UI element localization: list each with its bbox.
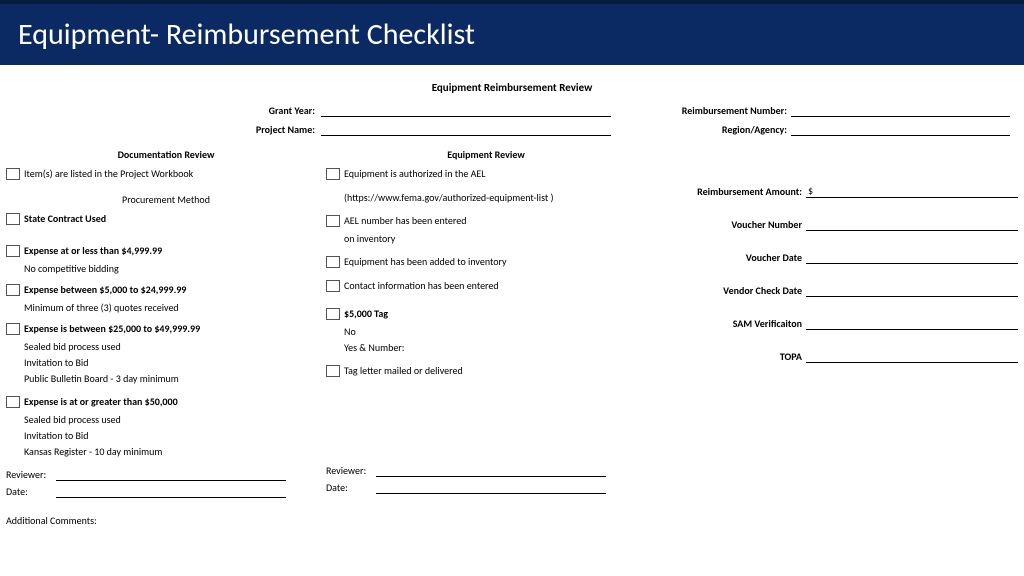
procurement-method-heading: Procurement Method [6,193,326,206]
tier2-sub: Minimum of three (3) quotes received [24,301,326,314]
label-tier4: Expense is at or greater than $50,000 [24,395,326,408]
label-tier2: Expense between $5,000 to $24,999.99 [24,283,326,296]
equipment-review-column: Equipment Review Equipment is authorized… [326,148,646,527]
checkbox-ael-auth[interactable] [326,168,340,180]
label-tier1: Expense at or less than $4,999.99 [24,244,326,257]
label-ael-auth: Equipment is authorized in the AEL [344,167,646,180]
voucher-number-label: Voucher Number [666,218,806,231]
reimb-number-input[interactable] [791,104,1010,117]
checkbox-tier2[interactable] [6,284,20,296]
voucher-number-input[interactable] [806,219,1018,231]
label-added-inventory: Equipment has been added to inventory [344,255,646,268]
page-title: Equipment- Reimbursement Checklist [18,16,1006,53]
tag-no: No [344,325,646,338]
voucher-date-input[interactable] [806,252,1018,264]
tier3-sub2: Invitation to Bid [24,356,326,369]
doc-review-heading: Documentation Review [6,148,326,161]
top-row-1: Grant Year: Reimbursement Number: [6,104,1018,117]
checkbox-tier1[interactable] [6,245,20,257]
mid-reviewer-input[interactable] [376,465,606,477]
document-body: Equipment Reimbursement Review Grant Yea… [0,65,1024,547]
reimb-number-label: Reimbursement Number: [651,104,791,117]
checkbox-tier4[interactable] [6,396,20,408]
ael-url: (https://www.fema.gov/authorized-equipme… [344,191,646,204]
label-contact-info: Contact information has been entered [344,279,646,292]
label-state-contract: State Contract Used [24,212,326,225]
left-reviewer-label: Reviewer: [6,468,56,481]
tier4-sub2: Invitation to Bid [24,429,326,442]
additional-comments-label: Additional Comments: [6,514,326,527]
mid-reviewer-row: Reviewer: [326,464,646,477]
left-date-label: Date: [6,485,56,498]
label-tag-letter: Tag letter mailed or delivered [344,364,646,377]
sam-verification-label: SAM Verificaiton [666,317,806,330]
vendor-check-date-label: Vendor Check Date [666,284,806,297]
label-ael-entered: AEL number has been entered [344,214,646,227]
left-date-row: Date: [6,485,326,498]
mid-date-input[interactable] [376,482,606,494]
tier4-sub1: Sealed bid process used [24,413,326,426]
equip-review-heading: Equipment Review [326,148,646,161]
reimb-amount-input[interactable]: $ [806,184,1018,198]
left-reviewer-row: Reviewer: [6,468,326,481]
tier3-sub1: Sealed bid process used [24,340,326,353]
left-date-input[interactable] [56,486,286,498]
grant-year-label: Grant Year: [6,104,321,117]
columns: Documentation Review Item(s) are listed … [6,148,1018,527]
checkbox-5000-tag[interactable] [326,308,340,320]
on-inventory: on inventory [344,232,646,245]
checkbox-tier3[interactable] [6,323,20,335]
topa-input[interactable] [806,351,1018,363]
checkbox-item-listed[interactable] [6,168,20,180]
label-item-listed: Item(s) are listed in the Project Workbo… [24,167,326,180]
project-name-label: Project Name: [6,123,321,136]
financial-column: Reimbursement Amount: $ Voucher Number V… [646,148,1018,527]
mid-date-label: Date: [326,481,376,494]
checkbox-tag-letter[interactable] [326,365,340,377]
documentation-review-column: Documentation Review Item(s) are listed … [6,148,326,527]
grant-year-input[interactable] [321,104,611,117]
label-5000-tag: $5,000 Tag [344,307,646,320]
mid-reviewer-label: Reviewer: [326,464,376,477]
left-reviewer-input[interactable] [56,469,286,481]
project-name-input[interactable] [321,123,611,136]
region-agency-input[interactable] [791,123,1010,136]
tier1-sub: No competitive bidding [24,262,326,275]
label-tier3: Expense is between $25,000 to $49,999.99 [24,322,326,335]
title-banner: Equipment- Reimbursement Checklist [0,0,1024,65]
tag-yes: Yes & Number: [344,341,646,354]
checkbox-contact-info[interactable] [326,280,340,292]
mid-date-row: Date: [326,481,646,494]
topa-label: TOPA [666,350,806,363]
region-agency-label: Region/Agency: [651,123,791,136]
reimb-amount-label: Reimbursement Amount: [666,185,806,198]
tier3-sub3: Public Bulletin Board - 3 day minimum [24,372,326,385]
voucher-date-label: Voucher Date [666,251,806,264]
checkbox-state-contract[interactable] [6,213,20,225]
dollar-sign: $ [808,184,813,197]
checkbox-ael-entered[interactable] [326,215,340,227]
tier4-sub3: Kansas Register - 10 day minimum [24,445,326,458]
top-row-2: Project Name: Region/Agency: [6,123,1018,136]
document-title: Equipment Reimbursement Review [6,81,1018,94]
sam-verification-input[interactable] [806,318,1018,330]
vendor-check-date-input[interactable] [806,285,1018,297]
checkbox-added-inventory[interactable] [326,256,340,268]
